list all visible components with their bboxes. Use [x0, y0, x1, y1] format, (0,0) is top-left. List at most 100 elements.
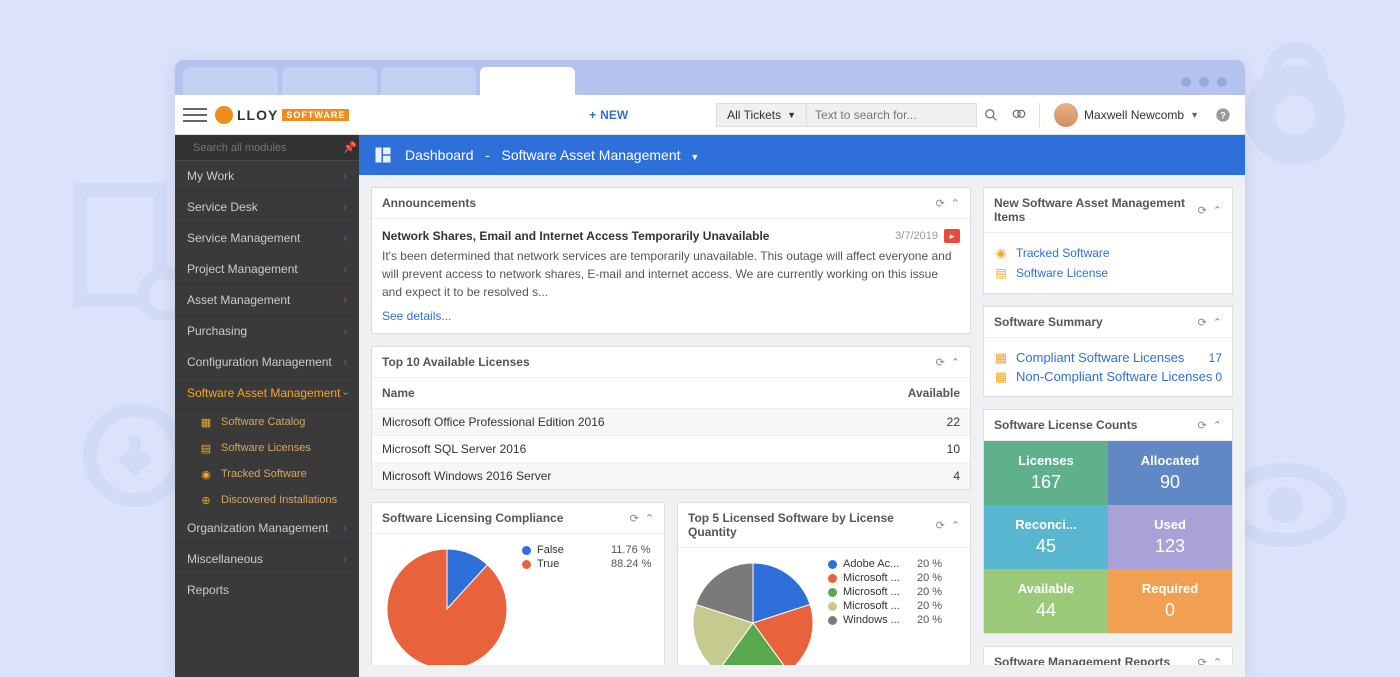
- menu-toggle[interactable]: [183, 103, 207, 127]
- app-logo: LLOY SOFTWARE: [215, 106, 349, 124]
- logo-text: LLOY: [237, 107, 278, 123]
- collapse-icon[interactable]: ⌃: [951, 197, 960, 210]
- refresh-icon[interactable]: ⟳: [936, 197, 945, 210]
- nav-asset-management[interactable]: Asset Management›: [175, 285, 359, 316]
- summary-value: 0: [1215, 370, 1222, 384]
- nav-my-work[interactable]: My Work›: [175, 161, 359, 192]
- flag-icon: ▸: [944, 229, 960, 243]
- nav-project-management[interactable]: Project Management›: [175, 254, 359, 285]
- chevron-right-icon: ›: [344, 523, 347, 534]
- browser-tab[interactable]: [282, 67, 377, 95]
- table-row[interactable]: Microsoft Windows 2016 Server4: [372, 462, 970, 489]
- bg-download-icon: [80, 400, 190, 510]
- license-icon: ▤: [994, 266, 1008, 280]
- nav-configuration-management[interactable]: Configuration Management›: [175, 347, 359, 378]
- refresh-icon[interactable]: ⟳: [1198, 656, 1207, 666]
- collapse-icon[interactable]: ⌃: [1213, 316, 1222, 329]
- collapse-icon[interactable]: ⌃: [1213, 656, 1222, 666]
- count-tile[interactable]: Reconci...45: [984, 505, 1108, 569]
- chevron-down-icon[interactable]: ▼: [690, 152, 699, 162]
- summary-noncompliant[interactable]: ▦Non-Compliant Software Licenses 0: [994, 367, 1222, 386]
- nav-label: Miscellaneous: [187, 552, 263, 566]
- link-label: Tracked Software: [1016, 246, 1110, 260]
- nav-software-asset-management[interactable]: Software Asset Management›: [175, 378, 359, 409]
- help-icon[interactable]: ?: [1209, 101, 1237, 129]
- window-control[interactable]: [1199, 77, 1209, 87]
- count-tile[interactable]: Used123: [1108, 505, 1232, 569]
- nav-label: Purchasing: [187, 324, 247, 338]
- subnav-discovered-installations[interactable]: ⊕Discovered Installations: [175, 487, 359, 513]
- compliance-legend: False11.76 % True88.24 %: [522, 544, 651, 572]
- browser-tab[interactable]: [381, 67, 476, 95]
- breadcrumb-current[interactable]: Software Asset Management: [502, 147, 681, 163]
- link-label: Software License: [1016, 266, 1108, 280]
- legend-item: False11.76 %: [522, 544, 651, 556]
- nav-miscellaneous[interactable]: Miscellaneous ›: [175, 544, 359, 575]
- new-button[interactable]: + NEW: [589, 108, 628, 122]
- legend-item: Microsoft ...20 %: [828, 572, 942, 584]
- subnav-software-licenses[interactable]: ▤Software Licenses: [175, 435, 359, 461]
- chevron-down-icon[interactable]: ▼: [1190, 110, 1199, 120]
- advanced-search-icon[interactable]: [1005, 101, 1033, 129]
- see-details-link[interactable]: See details...: [382, 309, 451, 323]
- browser-tab[interactable]: [183, 67, 278, 95]
- sidebar-search-input[interactable]: [193, 142, 335, 154]
- link-tracked-software[interactable]: ◉Tracked Software: [994, 243, 1222, 263]
- nav-service-desk[interactable]: Service Desk›: [175, 192, 359, 223]
- nav-organization-management[interactable]: Organization Management›: [175, 513, 359, 544]
- browser-tab-active[interactable]: [480, 67, 575, 95]
- subnav-label: Tracked Software: [221, 468, 307, 480]
- user-avatar[interactable]: [1054, 103, 1078, 127]
- refresh-icon[interactable]: ⟳: [936, 519, 945, 532]
- table-row[interactable]: Microsoft SQL Server 201610: [372, 435, 970, 462]
- top-licenses-panel: Top 10 Available Licenses ⟳⌃ Name Availa…: [371, 346, 971, 490]
- nav-reports[interactable]: Reports›: [175, 575, 359, 606]
- search-icon[interactable]: [977, 101, 1005, 129]
- summary-compliant[interactable]: ▦Compliant Software Licenses 17: [994, 348, 1222, 367]
- announcements-panel: Announcements ⟳⌃ Network Shares, Email a…: [371, 187, 971, 334]
- refresh-icon[interactable]: ⟳: [1198, 204, 1207, 217]
- refresh-icon[interactable]: ⟳: [1198, 419, 1207, 432]
- column-header-available[interactable]: Available: [900, 386, 960, 400]
- refresh-icon[interactable]: ⟳: [1198, 316, 1207, 329]
- collapse-icon[interactable]: ⌃: [951, 519, 960, 532]
- collapse-icon[interactable]: ⌃: [1213, 419, 1222, 432]
- summary-label: Compliant Software Licenses: [1016, 350, 1184, 365]
- column-header-name[interactable]: Name: [382, 386, 900, 400]
- ticket-filter-dropdown[interactable]: All Tickets ▼: [716, 103, 807, 127]
- nav-label: Service Management: [187, 231, 300, 245]
- link-software-license[interactable]: ▤ Software License: [994, 263, 1222, 283]
- collapse-icon[interactable]: ⌃: [951, 356, 960, 369]
- breadcrumb-root[interactable]: Dashboard: [405, 147, 474, 163]
- logo-icon: [215, 106, 233, 124]
- logo-subtext: SOFTWARE: [282, 109, 349, 121]
- refresh-icon[interactable]: ⟳: [936, 356, 945, 369]
- subnav-software-catalog[interactable]: ▦Software Catalog: [175, 409, 359, 435]
- table-row[interactable]: Microsoft Office Professional Edition 20…: [372, 408, 970, 435]
- count-tile[interactable]: Required0: [1108, 569, 1232, 633]
- global-search-input[interactable]: [807, 103, 977, 127]
- count-tile[interactable]: Available44: [984, 569, 1108, 633]
- collapse-icon[interactable]: ⌃: [1213, 204, 1222, 217]
- legend-item: True88.24 %: [522, 558, 651, 570]
- count-tile[interactable]: Allocated90: [1108, 441, 1232, 505]
- window-control[interactable]: [1181, 77, 1191, 87]
- nav-service-management[interactable]: Service Management›: [175, 223, 359, 254]
- chevron-down-icon: ›: [340, 391, 351, 394]
- refresh-icon[interactable]: ⟳: [630, 512, 639, 525]
- collapse-icon[interactable]: ⌃: [645, 512, 654, 525]
- nav-purchasing[interactable]: Purchasing›: [175, 316, 359, 347]
- plus-icon: +: [589, 108, 596, 122]
- subnav-tracked-software[interactable]: ◉Tracked Software: [175, 461, 359, 487]
- chevron-right-icon: ›: [344, 554, 347, 565]
- count-tile[interactable]: Licenses167: [984, 441, 1108, 505]
- ticket-filter-label: All Tickets: [727, 108, 781, 122]
- nav-label: Software Asset Management: [187, 386, 340, 400]
- window-control[interactable]: [1217, 77, 1227, 87]
- nav-label: Reports: [187, 583, 229, 597]
- pin-icon[interactable]: 📌: [343, 141, 357, 154]
- compliance-chart-panel: Software Licensing Compliance ⟳⌃ False11…: [371, 502, 665, 665]
- new-button-label: NEW: [600, 108, 628, 122]
- nav-label: Service Desk: [187, 200, 258, 214]
- check-doc-icon: ▦: [994, 351, 1008, 365]
